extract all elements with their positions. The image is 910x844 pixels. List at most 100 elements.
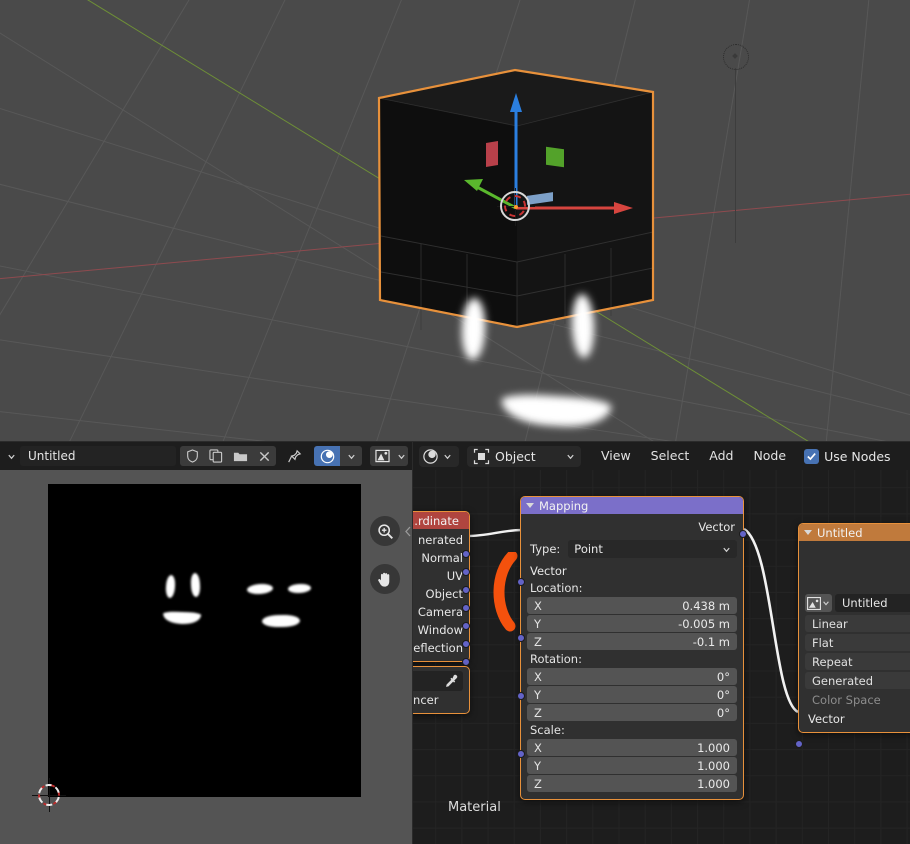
pan-hand-icon[interactable]: [370, 564, 400, 594]
interpolation-dropdown[interactable]: Linear: [805, 615, 910, 632]
socket-generated[interactable]: [462, 550, 470, 558]
image-name-text: Untitled: [28, 449, 76, 463]
node-texture-coordinate-secondary[interactable]: ancer: [413, 666, 470, 714]
eyedropper-icon[interactable]: [444, 674, 458, 688]
rotation-y-field[interactable]: Y 0°: [527, 686, 737, 703]
shader-type-chevron-down-icon[interactable]: [566, 452, 575, 461]
use-nodes-toggle[interactable]: Use Nodes: [804, 448, 891, 464]
folder-icon[interactable]: [228, 446, 252, 466]
scale-y-field[interactable]: Y 1.000: [527, 757, 737, 774]
shader-type-selector[interactable]: Object: [467, 445, 581, 467]
node-header[interactable]: ...rdinate: [413, 512, 469, 529]
node-output-normal[interactable]: Normal: [413, 549, 469, 567]
light-object-gizmo[interactable]: [723, 44, 749, 70]
editor-type-selector[interactable]: [419, 445, 459, 467]
socket-label: Vector: [808, 712, 845, 726]
triangle-down-icon[interactable]: [804, 530, 812, 535]
object-picker-field[interactable]: [413, 671, 463, 691]
socket-in-rotation[interactable]: [517, 692, 525, 700]
node-mapping[interactable]: Mapping Vector Type: Point Vector Locati…: [517, 496, 747, 800]
axis-label: Y: [534, 687, 542, 702]
node-header[interactable]: Mapping: [521, 497, 743, 514]
image-name-field[interactable]: Untitled: [835, 594, 910, 612]
shader-node-editor[interactable]: Object View Select Add Node Use Nodes .r…: [413, 442, 910, 844]
node-input-vector[interactable]: Vector: [521, 561, 743, 580]
display-chevron-down-icon[interactable]: [394, 446, 408, 466]
socket-camera[interactable]: [462, 622, 470, 630]
extension-dropdown[interactable]: Repeat: [805, 653, 910, 670]
node-output-uv[interactable]: UV: [413, 567, 469, 585]
socket-window[interactable]: [462, 640, 470, 648]
texture-eye-b1: [246, 583, 274, 595]
chevron-down-icon[interactable]: [722, 545, 731, 554]
location-y-field[interactable]: Y -0.005 m: [527, 615, 737, 632]
node-output-object[interactable]: Object: [413, 585, 469, 603]
axis-label: Y: [534, 616, 542, 631]
socket-uv[interactable]: [462, 586, 470, 594]
editor-type-chevron-down-icon[interactable]: [439, 452, 456, 461]
node-texture-coordinate[interactable]: ...rdinate nerated Normal UV Object: [413, 511, 470, 666]
axis-value: 0°: [716, 705, 730, 720]
image-mode-selector[interactable]: [314, 446, 362, 466]
3d-viewport[interactable]: [0, 0, 910, 441]
image-display-icon[interactable]: [370, 446, 394, 466]
image-name-field[interactable]: Untitled: [20, 446, 176, 466]
location-x-field[interactable]: X 0.438 m: [527, 597, 737, 614]
transform-gizmo[interactable]: [455, 90, 635, 220]
menu-view[interactable]: View: [591, 445, 641, 467]
editor-type-chevron-icon[interactable]: [2, 446, 20, 466]
rotation-x-field[interactable]: X 0°: [527, 668, 737, 685]
socket-normal[interactable]: [462, 568, 470, 576]
use-nodes-label: Use Nodes: [824, 448, 891, 464]
axis-value: 1.000: [697, 740, 730, 755]
triangle-down-icon[interactable]: [526, 503, 534, 508]
socket-label: nerated: [417, 533, 463, 547]
node-output-reflection[interactable]: eflection: [413, 639, 469, 657]
socket-reflection[interactable]: [462, 658, 470, 666]
projection-dropdown[interactable]: Flat: [805, 634, 910, 651]
scale-x-field[interactable]: X 1.000: [527, 739, 737, 756]
node-output-window[interactable]: Window: [413, 621, 469, 639]
close-icon[interactable]: [252, 446, 276, 466]
pin-icon[interactable]: [282, 446, 306, 466]
node-output-camera[interactable]: Camera: [413, 603, 469, 621]
socket-label: Window: [417, 623, 463, 637]
node-header[interactable]: Untitled: [799, 524, 910, 541]
image-content: [48, 484, 361, 797]
socket-in-scale[interactable]: [517, 750, 525, 758]
chevron-left-icon[interactable]: [404, 526, 412, 537]
image-chevron-down-icon[interactable]: [821, 599, 830, 607]
check-icon: [804, 448, 820, 464]
node-image-texture[interactable]: Untitled Untitled Linear Flat Repeat Gen…: [795, 523, 910, 748]
display-channels-selector[interactable]: [370, 446, 408, 466]
image-datablock-row[interactable]: Untitled: [805, 594, 910, 612]
socket-in-vector[interactable]: [795, 740, 803, 748]
location-z-field[interactable]: Z -0.1 m: [527, 633, 737, 650]
node-canvas[interactable]: ...rdinate nerated Normal UV Object: [413, 470, 910, 844]
socket-out-vector[interactable]: [739, 530, 747, 538]
zoom-icon[interactable]: [370, 516, 400, 546]
type-value: Point: [574, 542, 603, 556]
location-label: Location:: [530, 581, 583, 595]
socket-object[interactable]: [462, 604, 470, 612]
shield-icon[interactable]: [180, 446, 204, 466]
mapping-type-row[interactable]: Type: Point: [521, 537, 743, 561]
socket-in-vector[interactable]: [517, 578, 525, 586]
type-dropdown[interactable]: Point: [568, 540, 737, 558]
node-output-vector[interactable]: Vector: [521, 517, 743, 537]
mode-chevron-down-icon[interactable]: [340, 446, 362, 466]
menu-node[interactable]: Node: [743, 445, 796, 467]
socket-in-location[interactable]: [517, 634, 525, 642]
menu-add[interactable]: Add: [699, 445, 743, 467]
node-output-generated[interactable]: nerated: [413, 531, 469, 549]
source-dropdown[interactable]: Generated: [805, 672, 910, 689]
menu-select[interactable]: Select: [641, 445, 700, 467]
copy-icon[interactable]: [204, 446, 228, 466]
node-input-vector[interactable]: Vector: [799, 710, 910, 728]
node-title: ...rdinate: [413, 513, 459, 528]
view-mode-icon[interactable]: [314, 446, 340, 466]
image-browse-button[interactable]: [805, 594, 832, 612]
axis-label: X: [534, 669, 542, 684]
scale-z-field[interactable]: Z 1.000: [527, 775, 737, 792]
rotation-z-field[interactable]: Z 0°: [527, 704, 737, 721]
